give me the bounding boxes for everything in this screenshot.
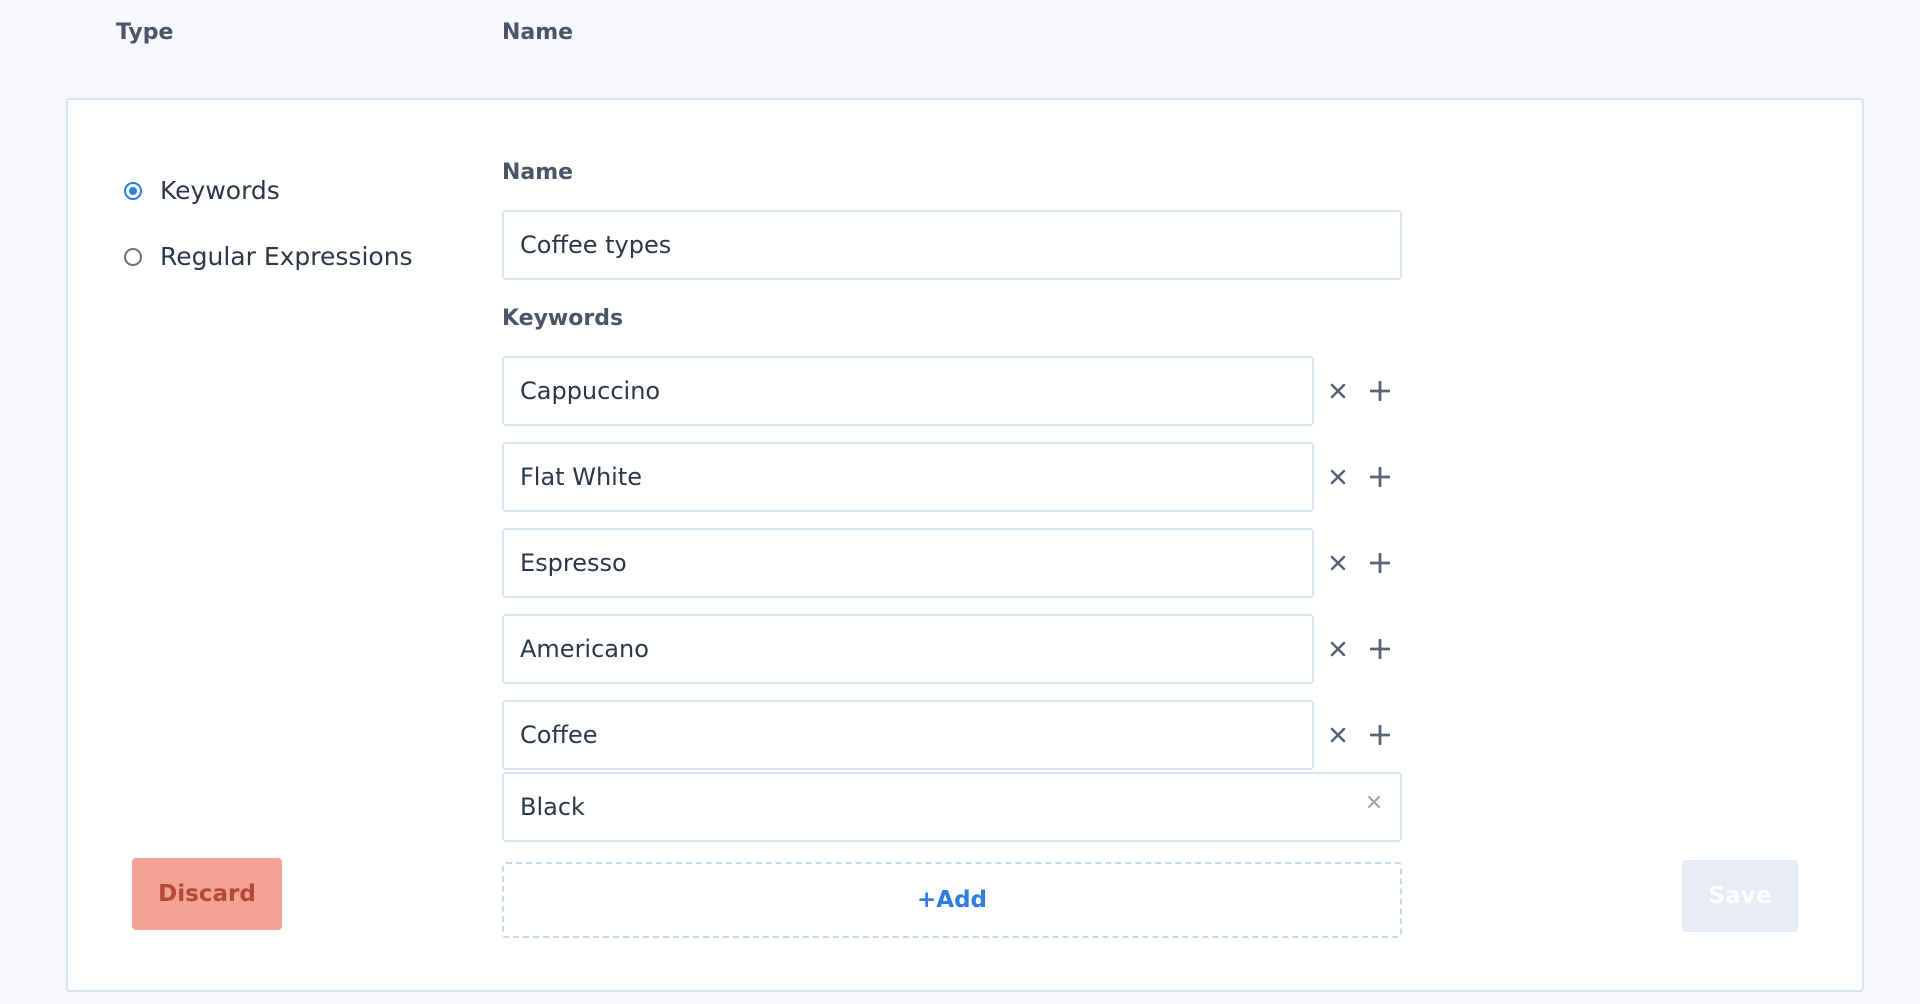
add-keyword-button[interactable]: +Add bbox=[502, 862, 1402, 938]
add-keyword-after-button[interactable] bbox=[1364, 461, 1396, 493]
add-keyword-after-button[interactable] bbox=[1364, 375, 1396, 407]
type-option-label: Keywords bbox=[160, 176, 280, 205]
keywords-radio[interactable] bbox=[124, 181, 142, 200]
plus-icon bbox=[1370, 553, 1390, 573]
type-option-regular-expressions[interactable]: Regular Expressions bbox=[124, 242, 413, 271]
keyword-input[interactable] bbox=[502, 614, 1314, 684]
close-icon bbox=[1330, 555, 1346, 571]
close-icon bbox=[1330, 383, 1346, 399]
add-keyword-after-button[interactable] bbox=[1364, 547, 1396, 579]
name-input[interactable] bbox=[502, 210, 1402, 280]
add-keyword-after-button[interactable] bbox=[1364, 633, 1396, 665]
keyword-input[interactable] bbox=[502, 700, 1314, 770]
keyword-set-editor-card: Keywords Regular Expressions Name Keywor… bbox=[66, 98, 1864, 992]
type-option-keywords[interactable]: Keywords bbox=[124, 176, 280, 205]
name-column-header: Name bbox=[502, 20, 574, 45]
plus-icon bbox=[1370, 467, 1390, 487]
name-field-label: Name bbox=[502, 160, 574, 185]
keyword-input[interactable] bbox=[502, 528, 1314, 598]
remove-keyword-button[interactable] bbox=[1322, 633, 1354, 665]
plus-icon bbox=[1370, 725, 1390, 745]
keyword-input[interactable] bbox=[502, 442, 1314, 512]
plus-icon bbox=[1370, 381, 1390, 401]
clear-icon bbox=[1368, 796, 1380, 808]
discard-button[interactable]: Discard bbox=[132, 858, 282, 930]
close-icon bbox=[1330, 727, 1346, 743]
keyword-input[interactable] bbox=[502, 772, 1402, 842]
remove-keyword-button[interactable] bbox=[1322, 461, 1354, 493]
add-keyword-after-button[interactable] bbox=[1364, 719, 1396, 751]
regular-expressions-radio[interactable] bbox=[124, 247, 142, 266]
close-icon bbox=[1330, 641, 1346, 657]
plus-icon bbox=[1370, 639, 1390, 659]
remove-keyword-button[interactable] bbox=[1322, 547, 1354, 579]
type-option-label: Regular Expressions bbox=[160, 242, 413, 271]
remove-keyword-button[interactable] bbox=[1322, 375, 1354, 407]
close-icon bbox=[1330, 469, 1346, 485]
keyword-input[interactable] bbox=[502, 356, 1314, 426]
clear-keyword-button[interactable] bbox=[1358, 786, 1390, 818]
type-column-header: Type bbox=[116, 20, 174, 45]
save-button[interactable]: Save bbox=[1682, 860, 1798, 932]
keywords-field-label: Keywords bbox=[502, 306, 624, 331]
remove-keyword-button[interactable] bbox=[1322, 719, 1354, 751]
